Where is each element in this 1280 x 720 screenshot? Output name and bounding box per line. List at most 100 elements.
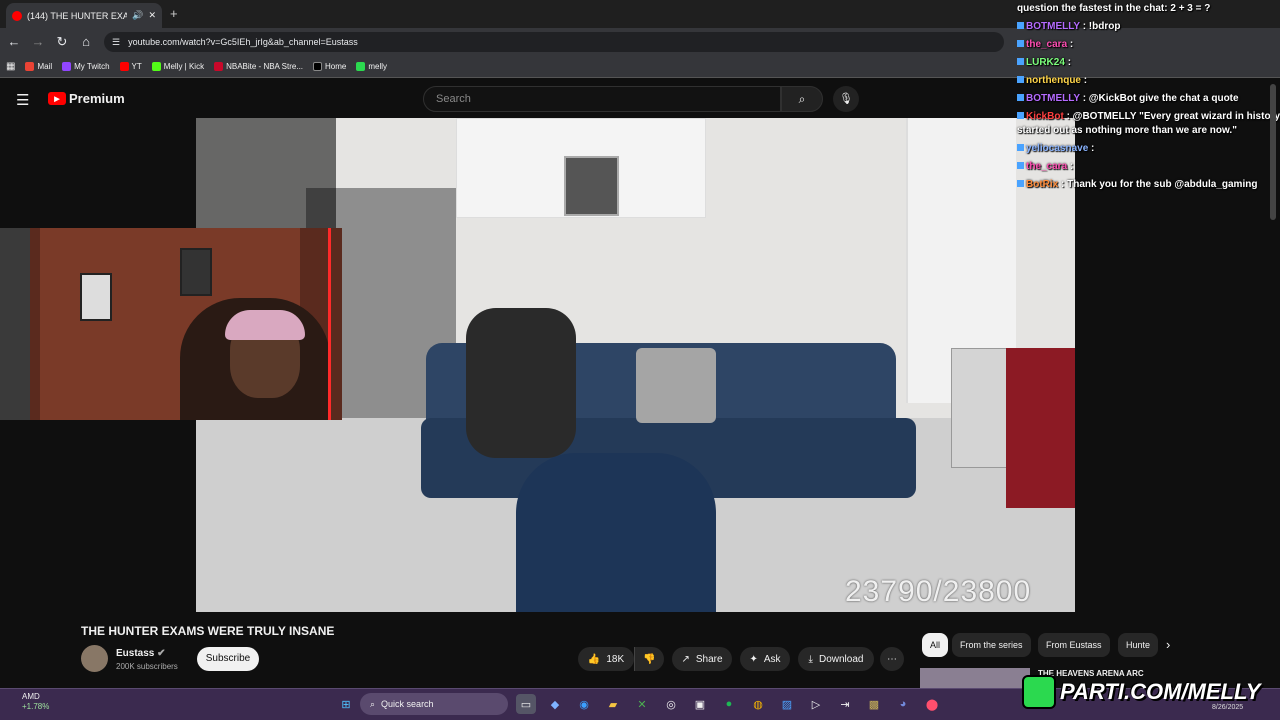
subscriber-count: 200K subscribers <box>116 662 178 671</box>
chat-badge-icon <box>1017 180 1024 187</box>
windows-start-icon[interactable]: ⊞ <box>336 694 356 714</box>
forward-icon[interactable]: → <box>30 34 46 50</box>
dislike-button[interactable]: 👎 <box>634 647 664 671</box>
close-tab-icon[interactable]: ✕ <box>148 10 156 21</box>
spotify-icon[interactable]: ● <box>719 694 739 714</box>
chat-text: question the fastest in the chat: 2 + 3 … <box>1017 3 1211 14</box>
copilot-icon[interactable]: ◆ <box>545 694 565 714</box>
bookmark-melly[interactable]: melly <box>356 62 387 71</box>
subscribe-button[interactable]: Subscribe <box>197 647 259 671</box>
obs-icon[interactable]: ▩ <box>864 694 884 714</box>
chat-message: the_cara : <box>1012 158 1280 176</box>
address-bar[interactable]: ☰ youtube.com/watch?v=Gc5IEh_jrIg&ab_cha… <box>104 32 1004 52</box>
video-frame-microwave <box>564 156 619 216</box>
chat-message: KickBot : @BOTMELLY "Every great wizard … <box>1012 108 1280 140</box>
bookmark-yt[interactable]: YT <box>119 62 142 71</box>
more-actions-button[interactable]: ⋯ <box>880 647 904 671</box>
search-input[interactable]: Search <box>423 86 781 112</box>
xbox-icon[interactable]: ✕ <box>632 694 652 714</box>
discord-icon[interactable]: ◕ <box>893 694 913 714</box>
menu-icon[interactable]: ☰ <box>16 91 29 109</box>
back-icon[interactable]: ← <box>6 34 22 50</box>
mic-icon[interactable]: 🎙 <box>833 86 859 112</box>
share-icon: ↗ <box>681 653 690 665</box>
site-info-icon[interactable]: ☰ <box>112 37 120 48</box>
chat-text: : <box>1091 143 1095 154</box>
chrome-icon[interactable]: ◍ <box>748 694 768 714</box>
chat-text: : <box>1069 39 1074 50</box>
chat-badge-icon <box>1017 144 1024 151</box>
app-icon[interactable]: ⇥ <box>835 694 855 714</box>
apps-icon[interactable]: ▦ <box>6 61 15 72</box>
home-icon[interactable]: ⌂ <box>78 34 94 50</box>
chat-username: BOTMELLY <box>1026 93 1080 104</box>
video-chat-overlay <box>196 118 336 228</box>
like-button[interactable]: 👍 18K <box>578 647 634 671</box>
chip-hunter[interactable]: Hunte <box>1118 633 1158 657</box>
bookmark-twitch[interactable]: My Twitch <box>62 62 110 71</box>
taskbar-search[interactable]: ⌕ Quick search <box>360 693 508 715</box>
new-tab-icon[interactable]: + <box>170 6 178 21</box>
video-frame-bag <box>466 308 576 458</box>
chat-username: BotRix <box>1026 179 1059 190</box>
sparkle-icon: ✦ <box>749 653 758 665</box>
parti-overlay: PARTI.COM/MELLY <box>1022 672 1278 712</box>
chat-text: : <box>1067 57 1072 68</box>
chat-text: : @KickBot give the chat a quote <box>1082 93 1239 104</box>
search-icon[interactable]: ⌕ <box>781 86 823 112</box>
download-button[interactable]: ⤓ Download <box>798 647 874 671</box>
chat-username: KickBot <box>1026 111 1064 122</box>
chip-from-channel[interactable]: From Eustass <box>1038 633 1110 657</box>
chat-badge-icon <box>1017 40 1024 47</box>
chat-message: yeliocasnave : <box>1012 140 1280 158</box>
stock-widget[interactable]: AMD +1.78% <box>22 692 49 712</box>
store-icon[interactable]: ▣ <box>690 694 710 714</box>
chat-badge-icon <box>1017 22 1024 29</box>
webcam-led-strip <box>328 228 331 420</box>
file-explorer-icon[interactable]: ▰ <box>603 694 623 714</box>
share-button[interactable]: ↗ Share <box>672 647 732 671</box>
page-scrollbar[interactable] <box>1270 84 1276 220</box>
speaker-icon[interactable]: 🔊 <box>132 10 143 21</box>
chip-from-series[interactable]: From the series <box>952 633 1031 657</box>
ask-button[interactable]: ✦ Ask <box>740 647 790 671</box>
chevron-right-icon[interactable]: › <box>1166 637 1170 652</box>
edge-icon[interactable]: ◉ <box>574 694 594 714</box>
bookmark-kick[interactable]: Melly | Kick <box>151 62 204 71</box>
bookmark-mail[interactable]: Mail <box>25 62 52 71</box>
youtube-logo[interactable]: ▶ Premium <box>48 91 125 106</box>
video-frame-chair <box>516 453 716 612</box>
chat-message: BOTMELLY : !bdrop <box>1012 18 1280 36</box>
task-view-icon[interactable]: ▭ <box>516 694 536 714</box>
steam-icon[interactable]: ◎ <box>661 694 681 714</box>
channel-name[interactable]: Eustass ✔ <box>116 648 166 659</box>
chat-username: the_cara <box>1026 39 1068 50</box>
webcam-poster <box>80 273 112 321</box>
reload-icon[interactable]: ↻ <box>54 34 70 50</box>
tab-title: (144) THE HUNTER EXAMS <box>27 10 128 21</box>
chat-text: : !bdrop <box>1082 21 1121 32</box>
verified-icon: ✔ <box>157 648 166 659</box>
pin-icon[interactable]: ⬤ <box>922 694 942 714</box>
chat-message: the_cara : <box>1012 36 1280 54</box>
webcam-poster-2 <box>180 248 212 296</box>
chat-badge-icon <box>1017 162 1024 169</box>
streamer-webcam <box>0 228 342 420</box>
bookmark-x-home[interactable]: Home <box>313 62 346 71</box>
more-icon: ⋯ <box>887 653 897 665</box>
chat-username: northenque <box>1026 75 1081 86</box>
chat-badge-icon <box>1017 112 1024 119</box>
chat-badge-icon <box>1017 76 1024 83</box>
chat-badge-icon <box>1017 58 1024 65</box>
chip-all[interactable]: All <box>922 633 949 657</box>
recommended-thumbnail[interactable] <box>920 668 1030 690</box>
parti-logo-icon <box>1022 675 1056 709</box>
photos-icon[interactable]: ▨ <box>777 694 797 714</box>
browser-tab[interactable]: (144) THE HUNTER EXAMS 🔊 ✕ <box>6 3 162 28</box>
chat-message: LURK24 : <box>1012 54 1280 72</box>
chat-message: BotRix : Thank you for the sub @abdula_g… <box>1012 176 1280 194</box>
bookmark-nbabite[interactable]: NBABite - NBA Stre... <box>214 62 303 71</box>
channel-avatar[interactable] <box>81 645 108 672</box>
media-player-icon[interactable]: ▷ <box>806 694 826 714</box>
url-text: youtube.com/watch?v=Gc5IEh_jrIg&ab_chann… <box>128 37 358 47</box>
